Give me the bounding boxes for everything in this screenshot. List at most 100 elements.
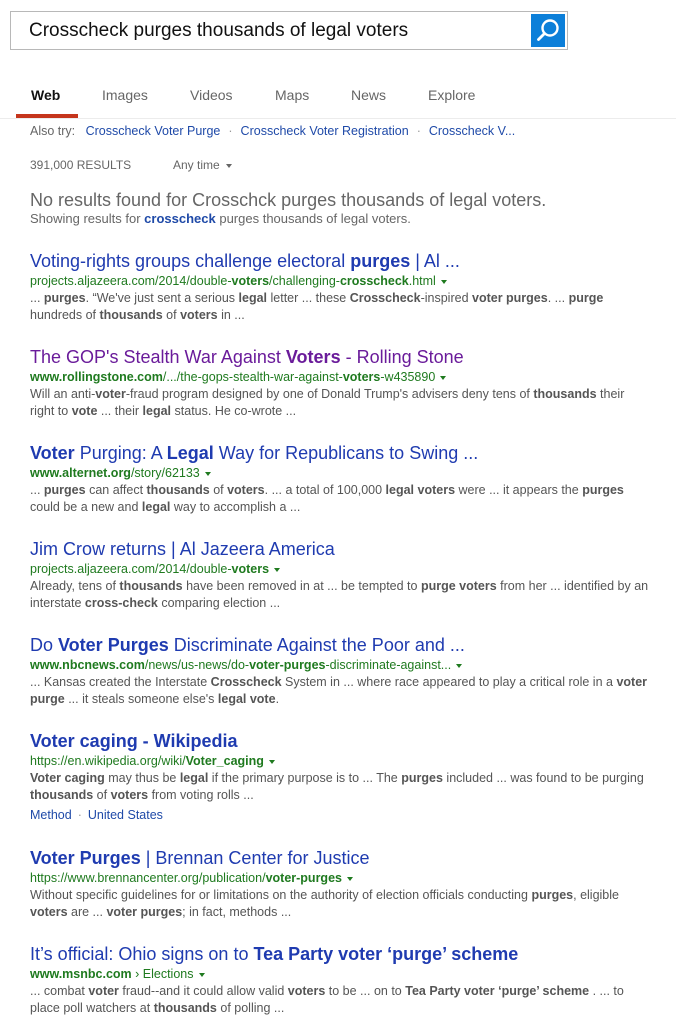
chevron-down-icon[interactable] [346, 876, 353, 881]
result-snippet-text: purge voters [420, 579, 497, 593]
result-title-link[interactable]: It’s official: Ohio signs on to Tea Part… [30, 943, 650, 965]
chevron-down-icon[interactable] [268, 759, 275, 764]
result-snippet-text: . ... a total of 100,000 [264, 483, 386, 497]
result-title-link[interactable]: Voter Purging: A Legal Way for Republica… [30, 442, 650, 464]
result-snippet-text: could be a new and [30, 500, 142, 514]
result-title-link[interactable]: Voting-rights groups challenge electoral… [30, 250, 650, 272]
result-snippet-text: voters [30, 905, 68, 919]
result-snippet-text: purges [582, 483, 624, 497]
search-button[interactable] [531, 14, 565, 47]
result-snippet-text: to be ... on to [325, 984, 406, 998]
time-filter-dropdown[interactable]: Any time [173, 158, 232, 172]
result-snippet-text: thousands [119, 579, 183, 593]
result-title-text: The GOP's Stealth War Against [30, 347, 286, 367]
also-try-link[interactable]: Crosscheck Voter Purge [86, 124, 221, 138]
also-try-link[interactable]: Crosscheck Voter Registration [241, 124, 409, 138]
chevron-down-icon[interactable] [456, 663, 463, 668]
result-deeplinks: Method · United States [30, 808, 650, 822]
result-title-text: Voters [285, 347, 341, 367]
result-snippet-text: legal [238, 291, 268, 305]
result-title-text: | Brennan Center for Justice [140, 848, 370, 868]
result-snippet-text: voter purges [106, 905, 183, 919]
result-title-link[interactable]: Do Voter Purges Discriminate Against the… [30, 634, 650, 656]
result-title-text: Legal [166, 443, 214, 463]
tab-videos[interactable]: Videos [190, 86, 233, 116]
result-snippet-text: of [209, 483, 228, 497]
result-snippet-text: purges [401, 771, 443, 785]
result-snippet: ... purges can affect thousands of voter… [30, 482, 650, 516]
also-try-label: Also try: [30, 124, 76, 138]
result-snippet: Already, tens of thousands have been rem… [30, 578, 650, 612]
result-title-text: Way for Republicans to Swing ... [213, 443, 479, 463]
result-snippet-text: cross-check [84, 596, 158, 610]
result-snippet-text: purges [43, 483, 86, 497]
result-snippet-text: Will an anti- [30, 387, 96, 401]
result-snippet-text: voter [88, 984, 119, 998]
result-snippet: ... purges. “We've just sent a serious l… [30, 290, 650, 324]
result-url[interactable]: www.msnbc.com › Elections [30, 966, 650, 982]
result-title-link[interactable]: Voter caging - Wikipedia [30, 730, 650, 752]
result-title-link[interactable]: The GOP's Stealth War Against Voters - R… [30, 346, 650, 368]
result-url-text: /.../the-gops-stealth-war-against- [162, 370, 343, 384]
result-snippet: Without specific guidelines for or limit… [30, 887, 650, 921]
result-snippet-text: can affect [85, 483, 147, 497]
result-url-text: projects.aljazeera.com/2014/double- [30, 274, 232, 288]
result-url[interactable]: https://en.wikipedia.org/wiki/Voter_cagi… [30, 753, 650, 769]
tab-explore[interactable]: Explore [428, 86, 475, 116]
result-snippet-text: voters [180, 308, 218, 322]
result-snippet-text: purge [568, 291, 604, 305]
result-snippet-text: voters [287, 984, 326, 998]
tab-maps[interactable]: Maps [275, 86, 309, 116]
result-url-text: https://en.wikipedia.org/wiki/ [30, 754, 186, 768]
spelling-correction: Showing results for crosscheck purges th… [30, 211, 411, 226]
search-result: Jim Crow returns | Al Jazeera America pro… [30, 538, 650, 612]
chevron-down-icon [225, 163, 232, 168]
tab-web[interactable]: Web [31, 86, 60, 116]
chevron-down-icon[interactable] [274, 567, 281, 572]
result-url-text: Voter_caging [185, 754, 264, 768]
result-snippet-text: ... [30, 483, 44, 497]
result-url[interactable]: www.rollingstone.com/.../the-gops-stealt… [30, 369, 650, 385]
result-url-text: .html [408, 274, 436, 288]
result-url[interactable]: www.nbcnews.com/news/us-news/do-voter-pu… [30, 657, 650, 673]
chevron-down-icon[interactable] [440, 279, 447, 284]
result-url-text: voter-purges [249, 658, 326, 672]
result-title-text: Tea Party voter ‘purge’ scheme [253, 944, 519, 964]
deeplink[interactable]: United States [88, 808, 163, 822]
search-input[interactable] [29, 12, 519, 49]
result-url[interactable]: projects.aljazeera.com/2014/double-voter… [30, 561, 650, 577]
result-title-text: Voter [30, 443, 75, 463]
result-snippet-text: Without specific guidelines for or limit… [30, 888, 532, 902]
result-url-text: crosscheck [339, 274, 409, 288]
showing-rest: purges thousands of legal voters. [215, 211, 411, 226]
result-url-text: www.msnbc.com [30, 967, 132, 981]
tab-news[interactable]: News [351, 86, 386, 116]
deeplink[interactable]: Method [30, 808, 72, 822]
result-snippet-text: hundreds of [30, 308, 100, 322]
search-tabs: Web Images Videos Maps News Explore [0, 86, 676, 119]
no-results-message: No results found for Crosschck purges th… [30, 190, 547, 210]
result-url-text: www.alternet.org [30, 466, 131, 480]
also-try-link[interactable]: Crosscheck V... [429, 124, 515, 138]
result-title-link[interactable]: Voter Purges | Brennan Center for Justic… [30, 847, 650, 869]
tab-images[interactable]: Images [102, 86, 148, 116]
result-title-link[interactable]: Jim Crow returns | Al Jazeera America [30, 538, 650, 560]
result-snippet-text: legal [179, 771, 209, 785]
result-url[interactable]: projects.aljazeera.com/2014/double-voter… [30, 273, 650, 289]
result-snippet-text: letter ... these [267, 291, 350, 305]
result-snippet-text: ... [30, 291, 44, 305]
chevron-down-icon[interactable] [198, 972, 205, 977]
separator: · [77, 808, 82, 822]
corrected-term-link[interactable]: crosscheck [144, 211, 216, 226]
chevron-down-icon[interactable] [204, 471, 211, 476]
result-url[interactable]: https://www.brennancenter.org/publicatio… [30, 870, 650, 886]
chevron-down-icon[interactable] [440, 375, 447, 380]
result-snippet: Will an anti-voter-fraud program designe… [30, 386, 650, 420]
result-url-text: /story/62133 [130, 466, 200, 480]
result-title-text: Voter caging - Wikipedia [30, 731, 238, 751]
result-url[interactable]: www.alternet.org/story/62133 [30, 465, 650, 481]
result-title-text: | Al ... [410, 251, 460, 271]
result-snippet-text: . [275, 692, 280, 706]
result-snippet-text: comparing election ... [157, 596, 281, 610]
result-url-text: voters [342, 370, 381, 384]
